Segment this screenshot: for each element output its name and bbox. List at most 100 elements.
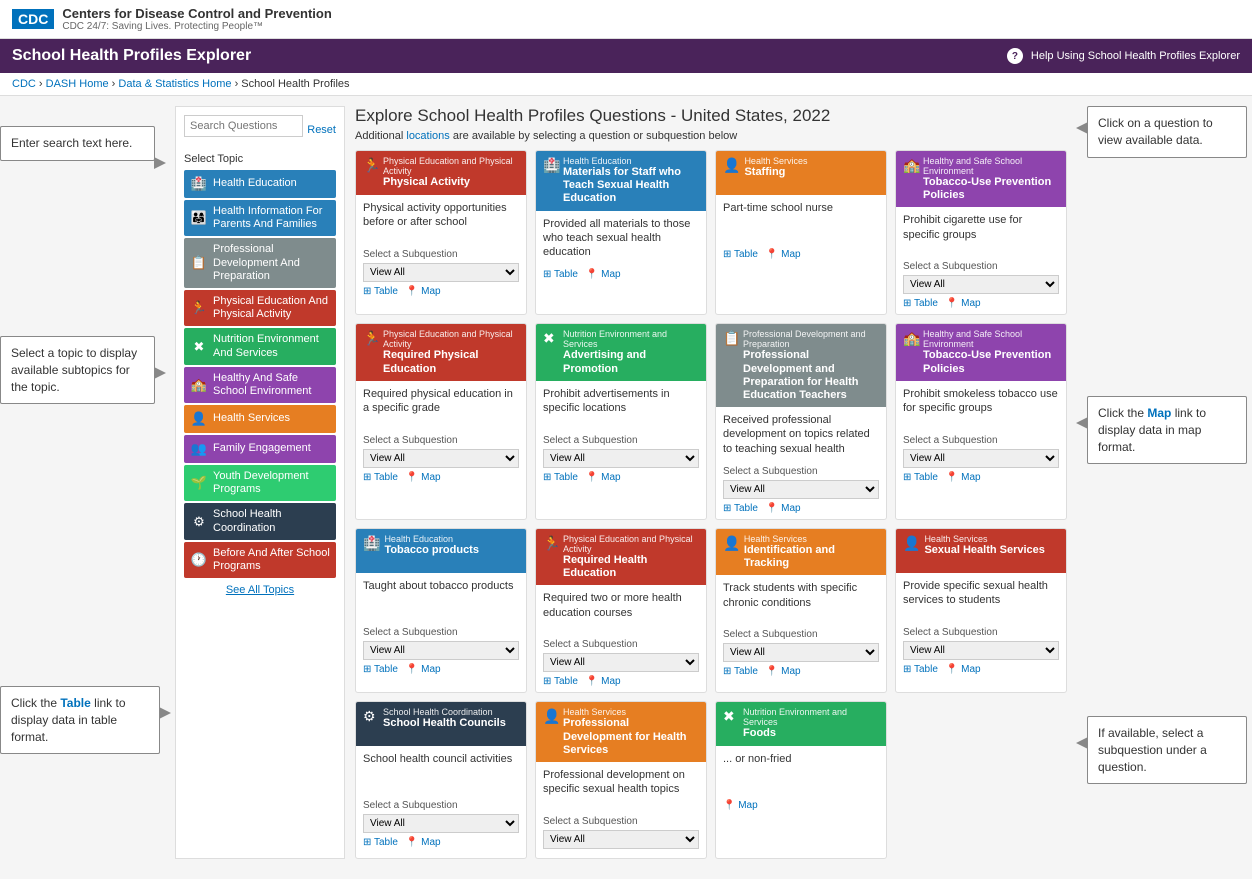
callout-search: Enter search text here. (0, 126, 155, 161)
card-prof-dev-health-svc[interactable]: 👤 Health Services Professional Developme… (535, 701, 707, 859)
callout-click-map: Click the Map link to display data in ma… (1087, 396, 1247, 464)
card-tobacco-prev2[interactable]: 🏫 Healthy and Safe School Environment To… (895, 323, 1067, 520)
school-councils-icon: ⚙ (363, 708, 379, 725)
top-navigation: School Health Profiles Explorer ? Help U… (0, 39, 1252, 73)
card-prof-dev-pe-subq-select[interactable]: View All (723, 480, 879, 499)
card-sexual-health-svc[interactable]: 👤 Health Services Sexual Health Services… (895, 528, 1067, 693)
card-prof-dev-pe-map-link[interactable]: 📍 Map (766, 503, 801, 514)
card-school-councils[interactable]: ⚙ School Health Coordination School Heal… (355, 701, 527, 859)
card-id-tracking-map-link[interactable]: 📍 Map (766, 666, 801, 677)
school-coord-icon: ⚙ (190, 513, 208, 531)
card-health-tobacco[interactable]: 🏥 Health Education Tobacco products Taug… (355, 528, 527, 693)
card-prof-dev-health-svc-subq-select[interactable]: View All (543, 830, 699, 849)
card-tobacco-prev1[interactable]: 🏫 Healthy and Safe School Environment To… (895, 150, 1067, 315)
main-content: Click on a question to view available da… (355, 106, 1242, 859)
topic-health-svc[interactable]: 👤 Health Services (184, 405, 336, 433)
topic-nutrition[interactable]: ✖ Nutrition Environment And Services (184, 328, 336, 364)
cdc-logo-bar: CDC Centers for Disease Control and Prev… (0, 0, 1252, 39)
sexual-health-svc-icon: 👤 (903, 535, 920, 552)
topic-health-ed-label: Health Education (213, 177, 297, 190)
id-tracking-icon: 👤 (723, 535, 740, 552)
card-tobacco-prev2-footer: Select a Subquestion View All ⊞ Table 📍 … (896, 431, 1066, 488)
card-health-tobacco-subq-select[interactable]: View All (363, 641, 519, 660)
card-health-staffing[interactable]: 👤 Health Services Staffing Part-time sch… (715, 150, 887, 315)
card-advertising-map-link[interactable]: 📍 Map (586, 472, 621, 483)
card-advertising-subq-select[interactable]: View All (543, 449, 699, 468)
card-tobacco-prev2-map-link[interactable]: 📍 Map (946, 472, 981, 483)
card-health-ed-required-subq-select[interactable]: View All (543, 653, 699, 672)
card-health-materials-map-link[interactable]: 📍 Map (586, 269, 621, 280)
health-materials-icon: 🏥 (543, 157, 559, 174)
card-pe-activity-map-link[interactable]: 📍 Map (406, 286, 441, 297)
card-tobacco-prev2-table-link[interactable]: ⊞ Table (903, 472, 938, 483)
topic-youth[interactable]: 🌱 Youth Development Programs (184, 465, 336, 501)
card-health-tobacco-map-link[interactable]: 📍 Map (406, 664, 441, 675)
see-all-topics[interactable]: See All Topics (184, 584, 336, 596)
card-health-tobacco-table-link[interactable]: ⊞ Table (363, 664, 398, 675)
advertising-icon: ✖ (543, 330, 559, 347)
locations-link[interactable]: locations (406, 130, 449, 142)
card-health-ed-required-map-link[interactable]: 📍 Map (586, 676, 621, 687)
card-pe-required-map-link[interactable]: 📍 Map (406, 472, 441, 483)
card-health-ed-required-table-link[interactable]: ⊞ Table (543, 676, 578, 687)
topic-physical-ed[interactable]: 🏃 Physical Education And Physical Activi… (184, 290, 336, 326)
card-nutrition-foods[interactable]: ✖ Nutrition Environment and Services Foo… (715, 701, 887, 859)
before-after-icon: 🕐 (190, 551, 208, 569)
card-advertising[interactable]: ✖ Nutrition Environment and Services Adv… (535, 323, 707, 520)
card-pe-activity-table-link[interactable]: ⊞ Table (363, 286, 398, 297)
cdc-logo: CDC (12, 9, 62, 29)
card-pe-required-question: Required physical education in a specifi… (356, 381, 526, 431)
card-sexual-health-svc-map-link[interactable]: 📍 Map (946, 664, 981, 675)
card-school-councils-table-link[interactable]: ⊞ Table (363, 837, 398, 848)
card-prof-dev-pe-table-link[interactable]: ⊞ Table (723, 503, 758, 514)
card-sexual-health-svc-table-link[interactable]: ⊞ Table (903, 664, 938, 675)
sidebar: Reset Select Topic 🏥 Health Education 👨‍… (175, 106, 345, 859)
topic-school-coord[interactable]: ⚙ School Health Coordination (184, 503, 336, 539)
help-link[interactable]: ? Help Using School Health Profiles Expl… (1007, 48, 1240, 64)
search-input[interactable] (184, 115, 303, 137)
card-health-materials-table-link[interactable]: ⊞ Table (543, 269, 578, 280)
card-pe-required-table-link[interactable]: ⊞ Table (363, 472, 398, 483)
card-tobacco-prev1-table-link[interactable]: ⊞ Table (903, 298, 938, 309)
topic-healthy-env[interactable]: 🏫 Healthy And Safe School Environment (184, 367, 336, 403)
topic-family[interactable]: 👥 Family Engagement (184, 435, 336, 463)
card-pe-activity-footer: Select a Subquestion View All ⊞ Table 📍 … (356, 245, 526, 302)
id-tracking-dropdown-list: Routinely use school records to identify… (716, 692, 886, 693)
card-pe-activity[interactable]: 🏃 Physical Education and Physical Activi… (355, 150, 527, 315)
reset-button[interactable]: Reset (307, 115, 336, 145)
card-tobacco-prev1-map-link[interactable]: 📍 Map (946, 298, 981, 309)
card-advertising-table-link[interactable]: ⊞ Table (543, 472, 578, 483)
youth-icon: 🌱 (190, 474, 208, 492)
card-tobacco-prev2-subq-select[interactable]: View All (903, 449, 1059, 468)
card-prof-dev-pe[interactable]: 📋 Professional Development and Preparati… (715, 323, 887, 520)
card-health-materials[interactable]: 🏥 Health Education Materials for Staff w… (535, 150, 707, 315)
card-health-staffing-map-link[interactable]: 📍 Map (766, 249, 801, 260)
callout-table: Click the Table link to display data in … (0, 686, 160, 754)
card-school-councils-subq-select[interactable]: View All (363, 814, 519, 833)
topic-before-after[interactable]: 🕐 Before And After School Programs (184, 542, 336, 578)
card-school-councils-map-link[interactable]: 📍 Map (406, 837, 441, 848)
card-tobacco-prev1-subq-select[interactable]: View All (903, 275, 1059, 294)
health-info-icon: 👨‍👩‍👧 (190, 209, 208, 227)
nutrition-icon: ✖ (190, 338, 208, 356)
card-sexual-health-svc-subq-select[interactable]: View All (903, 641, 1059, 660)
topic-health-info[interactable]: 👨‍👩‍👧 Health Information For Parents And… (184, 200, 336, 236)
card-pe-activity-subq-select[interactable]: View All (363, 263, 519, 282)
breadcrumb-cdc[interactable]: CDC (12, 78, 36, 90)
card-id-tracking[interactable]: 👤 Health Services Identification and Tra… (715, 528, 887, 693)
card-nutrition-foods-question: ... or non-fried (716, 746, 886, 796)
breadcrumb-data[interactable]: Data & Statistics Home (118, 78, 231, 90)
topic-prof-dev[interactable]: 📋 Professional Development And Preparati… (184, 238, 336, 288)
card-health-staffing-footer: ⊞ Table 📍 Map (716, 245, 886, 265)
card-id-tracking-subq-select[interactable]: View All (723, 643, 879, 662)
card-health-staffing-table-link[interactable]: ⊞ Table (723, 249, 758, 260)
topic-health-ed[interactable]: 🏥 Health Education (184, 170, 336, 198)
card-id-tracking-table-link[interactable]: ⊞ Table (723, 666, 758, 677)
card-sexual-health-svc-footer: Select a Subquestion View All ⊞ Table 📍 … (896, 623, 1066, 680)
healthy-env-icon: 🏫 (190, 376, 208, 394)
card-health-ed-required[interactable]: 🏃 Physical Education and Physical Activi… (535, 528, 707, 693)
breadcrumb-dash[interactable]: DASH Home (46, 78, 109, 90)
card-nutrition-foods-map-link[interactable]: 📍 Map (723, 800, 758, 811)
card-pe-required[interactable]: 🏃 Physical Education and Physical Activi… (355, 323, 527, 520)
card-pe-required-subq-select[interactable]: View All (363, 449, 519, 468)
